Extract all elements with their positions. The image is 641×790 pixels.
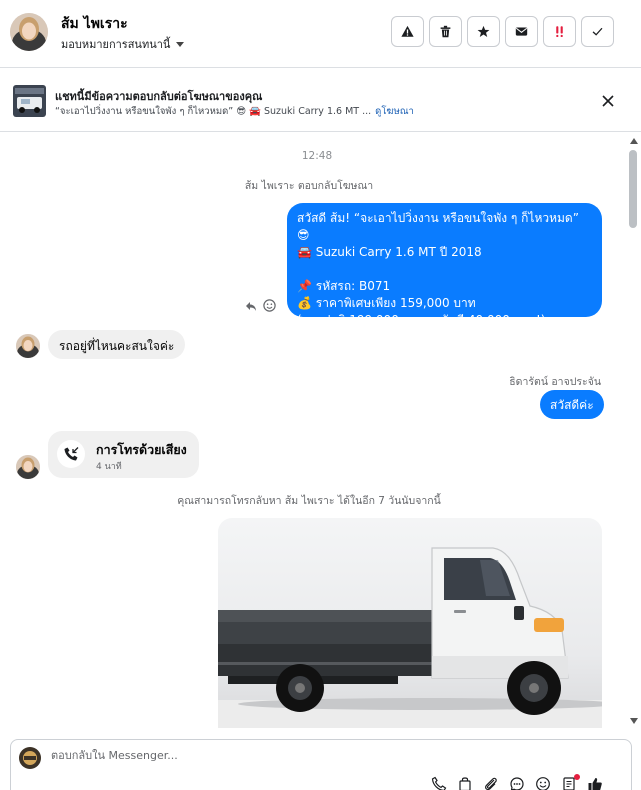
ad-message-bubble: สวัสดี ส้ม! “จะเอาไปวิ่งงาน หรือขนใจพัง …: [287, 203, 602, 327]
view-ad-link[interactable]: ดูโฆษณา: [375, 106, 414, 117]
ad-message-line-3: [297, 261, 592, 278]
ad-message-line-4: 📌 รหัสรถ: B071: [297, 279, 391, 293]
ad-banner-title: แชทนี้มีข้อความตอบกลับต่อโฆษณาของคุณ: [55, 90, 263, 103]
ad-banner-subtitle: “จะเอาไปวิ่งงาน หรือขนใจพัง ๆ ก็ไหวหมด” …: [55, 104, 414, 119]
warning-icon: [401, 25, 414, 37]
call-title: การโทรด้วยเสียง: [96, 442, 187, 457]
conversation-header: ส้ม ไพเราะ มอบหมายการสนทนานี้: [0, 0, 641, 68]
customer-message-bubble: รถอยู่ที่ไหนคะสนใจค่ะ: [48, 330, 186, 359]
ad-message-line-5: 💰 ราคาพิเศษเพียง 159,000 บาท: [297, 296, 476, 310]
ad-reply-note: ส้ม ไพเราะ ตอบกลับโฆษณา: [244, 180, 374, 192]
contact-avatar-small[interactable]: [16, 455, 40, 479]
close-icon[interactable]: [601, 94, 615, 108]
conversation-actions: [391, 16, 614, 47]
star-icon: [477, 25, 490, 37]
envelope-icon: [515, 27, 528, 36]
ad-snippet: “จะเอาไปวิ่งงาน หรือขนใจพัง ๆ ก็ไหวหมด” …: [55, 106, 372, 117]
caret-down-icon: [176, 41, 185, 47]
message-reactions: [245, 299, 276, 312]
contact-avatar-small[interactable]: [16, 334, 40, 358]
thread-scrollbar[interactable]: [627, 138, 639, 728]
chat-bubble-icon[interactable]: [509, 776, 525, 790]
scroll-up-arrow-icon[interactable]: [630, 138, 638, 144]
follow-up-button[interactable]: [543, 16, 576, 47]
composer-toolbar: [431, 774, 603, 790]
missed-call-icon: [57, 440, 85, 468]
message-timestamp: 12:48: [301, 150, 333, 162]
agent-message-bubble: สวัสดีค่ะ: [540, 390, 604, 419]
voice-call-card[interactable]: การโทรด้วยเสียง 4 นาที: [48, 431, 199, 478]
message-composer: [10, 739, 632, 790]
mark-unread-button[interactable]: [505, 16, 538, 47]
assign-conversation-dropdown[interactable]: มอบหมายการสนทนานี้: [61, 35, 185, 53]
report-spam-button[interactable]: [391, 16, 424, 47]
scroll-down-arrow-icon[interactable]: [630, 718, 638, 724]
exclamation-icon: [556, 26, 563, 38]
contact-name: ส้ม ไพเราะ: [61, 16, 128, 32]
star-button[interactable]: [467, 16, 500, 47]
attachment-icon[interactable]: [483, 776, 499, 790]
ad-reply-banner: แชทนี้มีข้อความตอบกลับต่อโฆษณาของคุณ “จะ…: [0, 69, 641, 132]
mark-done-button[interactable]: [581, 16, 614, 47]
agent-name: ธิดารัตน์ อาจประจัน: [509, 376, 601, 388]
page-avatar: [19, 747, 41, 769]
delete-button[interactable]: [429, 16, 462, 47]
reply-input[interactable]: [51, 749, 591, 762]
phone-icon[interactable]: [431, 776, 447, 790]
reply-icon[interactable]: [245, 300, 257, 312]
ad-message-line-2: 🚘 Suzuki Carry 1.6 MT ปี 2018: [297, 245, 482, 259]
call-duration: 4 นาที: [96, 462, 122, 472]
assign-label: มอบหมายการสนทนานี้: [61, 38, 171, 51]
trash-icon: [440, 25, 451, 38]
emoji-react-icon[interactable]: [263, 299, 276, 312]
callback-note: คุณสามารถโทรกลับหา ส้ม ไพเราะ ได้ในอีก 7…: [177, 495, 441, 507]
saved-reply-icon[interactable]: [561, 774, 580, 790]
vehicle-photo[interactable]: [218, 518, 602, 728]
ad-thumbnail[interactable]: [13, 85, 46, 117]
contact-avatar[interactable]: [10, 13, 48, 51]
like-icon[interactable]: [587, 776, 603, 790]
emoji-icon[interactable]: [535, 776, 551, 790]
bag-icon[interactable]: [457, 776, 473, 790]
check-icon: [592, 27, 603, 36]
ad-message-line-6: (จากปกติ 199,000 บาทลดทันที 40,000 บาท!): [297, 313, 546, 327]
notification-dot: [574, 774, 580, 780]
ad-message-line-1: สวัสดี ส้ม! “จะเอาไปวิ่งงาน หรือขนใจพัง …: [297, 211, 579, 242]
